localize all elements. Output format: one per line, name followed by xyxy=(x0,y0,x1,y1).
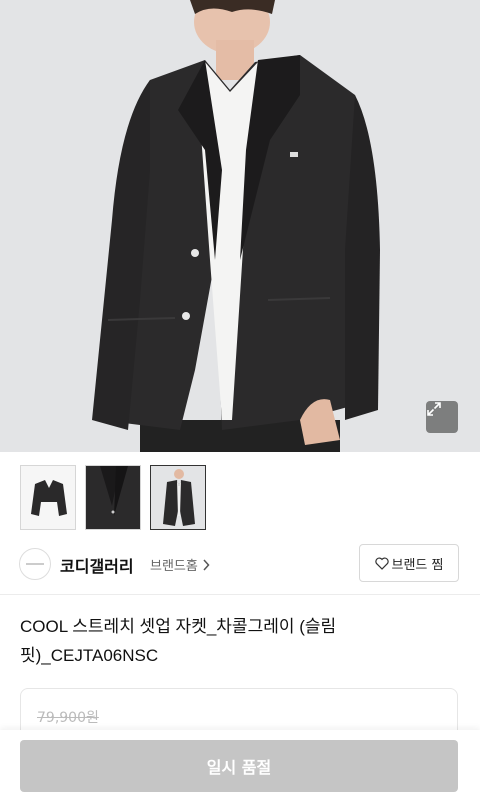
expand-icon xyxy=(427,402,441,416)
original-price: 79,900원 xyxy=(37,710,99,726)
product-main-image[interactable] xyxy=(0,0,480,452)
thumbnail-jacket-flat[interactable] xyxy=(20,465,76,530)
thumbnail-strip xyxy=(20,465,206,530)
jacket-model-thumbnail-image xyxy=(151,466,205,529)
brand-like-label: 브랜드 찜 xyxy=(391,557,444,573)
brand-like-button[interactable]: 브랜드 찜 xyxy=(359,544,459,582)
brand-name[interactable]: 코디갤러리 xyxy=(60,553,134,577)
soldout-button[interactable]: 일시 품절 xyxy=(20,740,458,792)
brand-row: 코디갤러리 브랜드홈 브랜드 찜 xyxy=(0,540,480,590)
product-title: COOL 스트레치 셋업 자켓_차콜그레이 (슬림핏)_CEJTA06NSC xyxy=(20,617,337,665)
brand-home-label: 브랜드홈 xyxy=(150,559,198,574)
heart-icon xyxy=(374,556,389,570)
section-divider xyxy=(0,594,480,595)
bottom-action-bar: 일시 품절 xyxy=(0,730,480,797)
thumbnail-jacket-detail[interactable] xyxy=(85,465,141,530)
product-photo xyxy=(92,0,380,452)
thumbnail-jacket-model[interactable] xyxy=(150,465,206,530)
jacket-flat-thumbnail-image xyxy=(21,466,75,529)
brand-logo[interactable] xyxy=(19,548,51,580)
chevron-right-icon xyxy=(203,558,210,571)
expand-image-button[interactable] xyxy=(426,401,458,433)
brand-logo-mark-icon xyxy=(26,563,44,565)
jacket-detail-thumbnail-image xyxy=(86,466,140,529)
brand-home-link[interactable]: 브랜드홈 xyxy=(150,555,210,574)
